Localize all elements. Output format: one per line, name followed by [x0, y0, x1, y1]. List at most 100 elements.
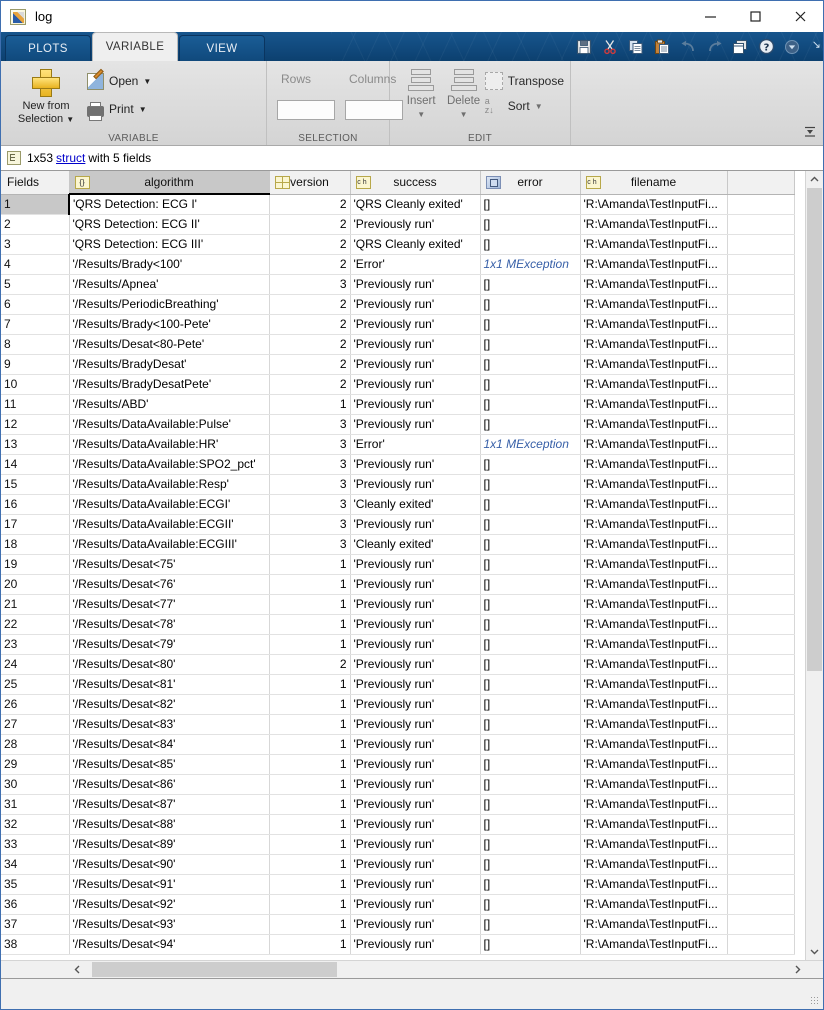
cell-error[interactable]: []: [480, 614, 581, 635]
cell-filename[interactable]: 'R:\Amanda\TestInputFi...: [580, 274, 728, 295]
cell-algorithm[interactable]: '/Results/Desat<83': [69, 714, 270, 735]
cell-empty[interactable]: [727, 534, 795, 555]
cell-error[interactable]: []: [480, 914, 581, 935]
paste-icon[interactable]: [651, 36, 673, 58]
table-row[interactable]: 12 '/Results/DataAvailable:Pulse' 3 'Previo…: [1, 414, 795, 435]
cell-algorithm[interactable]: '/Results/Apnea': [69, 274, 270, 295]
row-header[interactable]: 30: [1, 774, 70, 795]
row-header[interactable]: 3: [1, 234, 70, 255]
cell-filename[interactable]: 'R:\Amanda\TestInputFi...: [580, 934, 728, 955]
cascade-windows-icon[interactable]: [729, 36, 751, 58]
cell-version[interactable]: 3: [269, 414, 351, 435]
minimize-ribbon-icon[interactable]: [803, 125, 817, 139]
cell-version[interactable]: 1: [269, 794, 351, 815]
table-row[interactable]: 4 '/Results/Brady<100' 2 'Error' 1x1 MExcept…: [1, 254, 795, 275]
cell-success[interactable]: 'Previously run': [350, 734, 481, 755]
cell-error[interactable]: []: [480, 314, 581, 335]
cell-success[interactable]: 'QRS Cleanly exited': [350, 234, 481, 255]
cell-algorithm[interactable]: '/Results/Desat<78': [69, 614, 270, 635]
cell-error[interactable]: []: [480, 554, 581, 575]
cell-empty[interactable]: [727, 394, 795, 415]
cell-algorithm[interactable]: '/Results/Desat<82': [69, 694, 270, 715]
cell-success[interactable]: 'Error': [350, 434, 481, 455]
cell-algorithm[interactable]: '/Results/Desat<87': [69, 794, 270, 815]
cell-algorithm[interactable]: '/Results/DataAvailable:ECGIII': [69, 534, 270, 555]
cell-filename[interactable]: 'R:\Amanda\TestInputFi...: [580, 454, 728, 475]
table-row[interactable]: 37 '/Results/Desat<93' 1 'Previously run'[]…: [1, 914, 795, 935]
cell-algorithm[interactable]: '/Results/Brady<100-Pete': [69, 314, 270, 335]
cell-empty[interactable]: [727, 774, 795, 795]
cell-empty[interactable]: [727, 934, 795, 955]
chevron-down-icon[interactable]: ▼: [417, 108, 425, 121]
chevron-down-icon[interactable]: ▼: [66, 115, 74, 124]
scroll-up-icon[interactable]: [806, 171, 823, 188]
cell-error[interactable]: []: [480, 494, 581, 515]
cell-algorithm[interactable]: '/Results/Desat<88': [69, 814, 270, 835]
cell-filename[interactable]: 'R:\Amanda\TestInputFi...: [580, 594, 728, 615]
cell-empty[interactable]: [727, 434, 795, 455]
cell-version[interactable]: 1: [269, 834, 351, 855]
vertical-scrollbar[interactable]: [805, 171, 823, 960]
cell-version[interactable]: 3: [269, 474, 351, 495]
cell-error[interactable]: []: [480, 874, 581, 895]
row-header[interactable]: 31: [1, 794, 70, 815]
cell-version[interactable]: 2: [269, 214, 351, 235]
cell-version[interactable]: 1: [269, 614, 351, 635]
cell-filename[interactable]: 'R:\Amanda\TestInputFi...: [580, 254, 728, 275]
cell-error[interactable]: []: [480, 574, 581, 595]
cell-version[interactable]: 1: [269, 734, 351, 755]
cell-error[interactable]: []: [480, 774, 581, 795]
cell-algorithm[interactable]: '/Results/Desat<90': [69, 854, 270, 875]
row-header[interactable]: 11: [1, 394, 70, 415]
cell-success[interactable]: 'Previously run': [350, 634, 481, 655]
table-row[interactable]: 13 '/Results/DataAvailable:HR' 3 'Error' 1x1…: [1, 434, 795, 455]
cell-filename[interactable]: 'R:\Amanda\TestInputFi...: [580, 394, 728, 415]
cell-error[interactable]: []: [480, 814, 581, 835]
scroll-down-icon[interactable]: [806, 943, 823, 960]
cell-version[interactable]: 1: [269, 814, 351, 835]
table-row[interactable]: 26 '/Results/Desat<82' 1 'Previously run'[]…: [1, 694, 795, 715]
cell-version[interactable]: 3: [269, 514, 351, 535]
minimize-button[interactable]: [688, 1, 733, 32]
cell-success[interactable]: 'Previously run': [350, 514, 481, 535]
row-header[interactable]: 23: [1, 634, 70, 655]
redo-icon[interactable]: [703, 36, 725, 58]
horizontal-scrollbar[interactable]: [1, 960, 823, 978]
cell-filename[interactable]: 'R:\Amanda\TestInputFi...: [580, 614, 728, 635]
cell-filename[interactable]: 'R:\Amanda\TestInputFi...: [580, 494, 728, 515]
cell-success[interactable]: 'Previously run': [350, 834, 481, 855]
table-row[interactable]: 16 '/Results/DataAvailable:ECGI' 3 'Cleanly…: [1, 494, 795, 515]
cell-success[interactable]: 'Previously run': [350, 894, 481, 915]
cell-algorithm[interactable]: '/Results/Desat<91': [69, 874, 270, 895]
undo-icon[interactable]: [677, 36, 699, 58]
cell-algorithm[interactable]: '/Results/DataAvailable:HR': [69, 434, 270, 455]
cell-empty[interactable]: [727, 314, 795, 335]
cell-filename[interactable]: 'R:\Amanda\TestInputFi...: [580, 674, 728, 695]
cell-error[interactable]: []: [480, 454, 581, 475]
resize-grip-icon[interactable]: [810, 996, 820, 1006]
cell-empty[interactable]: [727, 194, 795, 215]
table-row[interactable]: 27 '/Results/Desat<83' 1 'Previously run'[]…: [1, 714, 795, 735]
cell-success[interactable]: 'Previously run': [350, 334, 481, 355]
table-row[interactable]: 6 '/Results/PeriodicBreathing' 2 'Previousl…: [1, 294, 795, 315]
row-header[interactable]: 12: [1, 414, 70, 435]
chevron-down-icon[interactable]: ▼: [143, 77, 151, 86]
horizontal-scroll-track[interactable]: [86, 961, 789, 978]
struct-link[interactable]: struct: [56, 151, 85, 165]
cell-filename[interactable]: 'R:\Amanda\TestInputFi...: [580, 794, 728, 815]
cell-algorithm[interactable]: '/Results/Desat<77': [69, 594, 270, 615]
cell-empty[interactable]: [727, 574, 795, 595]
cell-algorithm[interactable]: '/Results/Desat<93': [69, 914, 270, 935]
cell-version[interactable]: 2: [269, 354, 351, 375]
cell-version[interactable]: 1: [269, 754, 351, 775]
cell-error[interactable]: []: [480, 214, 581, 235]
row-header[interactable]: 17: [1, 514, 70, 535]
cell-success[interactable]: 'Previously run': [350, 214, 481, 235]
cell-algorithm[interactable]: 'QRS Detection: ECG I': [68, 193, 270, 215]
cell-filename[interactable]: 'R:\Amanda\TestInputFi...: [580, 214, 728, 235]
cell-error[interactable]: []: [480, 534, 581, 555]
row-header[interactable]: 33: [1, 834, 70, 855]
cell-version[interactable]: 1: [269, 554, 351, 575]
cell-filename[interactable]: 'R:\Amanda\TestInputFi...: [580, 834, 728, 855]
cell-error[interactable]: []: [480, 594, 581, 615]
